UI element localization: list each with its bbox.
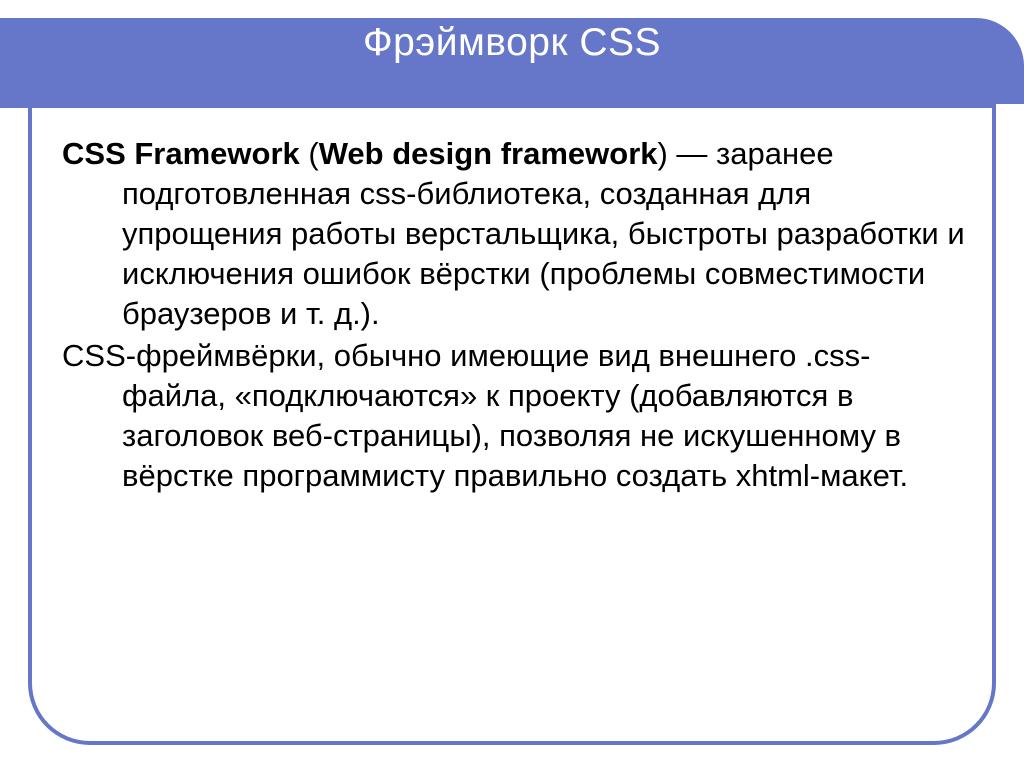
paragraph-1: CSS Framework (Web design framework) — з… xyxy=(62,134,970,334)
slide-title: Фрэймворк CSS xyxy=(0,0,1024,86)
term-css-framework: CSS Framework xyxy=(62,136,300,171)
open-paren: ( xyxy=(300,136,319,171)
slide-body: CSS Framework (Web design framework) — з… xyxy=(62,134,970,498)
slide-title-text: Фрэймворк CSS xyxy=(363,21,661,65)
paragraph-2: CSS-фреймвёрки, обычно имеющие вид внешн… xyxy=(62,336,970,496)
term-web-design-framework: Web design framework xyxy=(319,136,658,171)
